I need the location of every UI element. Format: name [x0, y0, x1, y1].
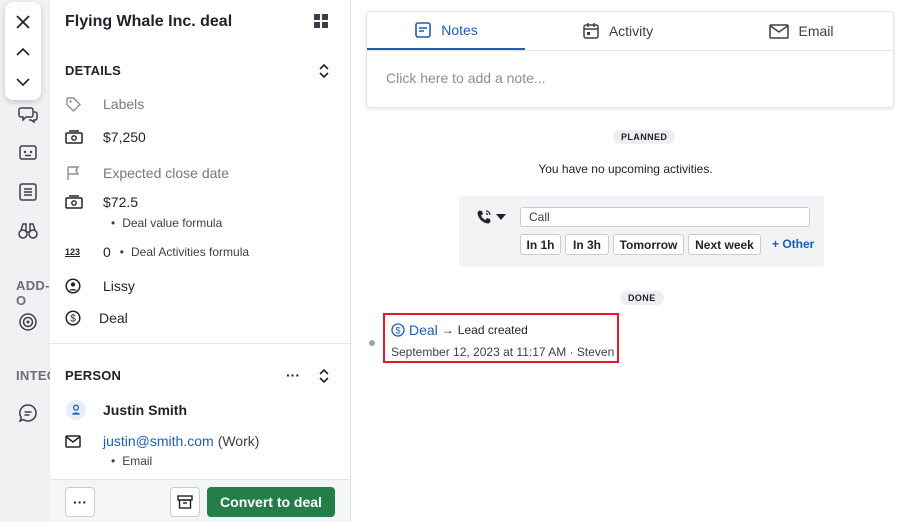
event-arrow: → — [441, 323, 454, 337]
other-time-link[interactable]: + Other — [772, 237, 814, 251]
chat-bubbles-icon[interactable] — [16, 102, 40, 126]
event-text: Lead created — [457, 323, 528, 337]
expected-close-date-placeholder: Expected close date — [103, 165, 230, 181]
convert-to-deal-button[interactable]: Convert to deal — [207, 487, 335, 517]
activity-subject-input[interactable]: Call — [520, 207, 810, 227]
numbers-icon: 123 — [65, 247, 81, 257]
expected-close-date-field[interactable]: Expected close date — [65, 161, 340, 185]
tag-icon — [65, 96, 87, 112]
dollar-circle-icon: $ — [65, 310, 87, 326]
formula-value: $72.5 — [103, 194, 139, 210]
tab-email-label: Email — [798, 23, 834, 39]
tab-activity[interactable]: Activity — [525, 12, 710, 50]
calendar-icon — [583, 23, 599, 39]
person-more-button[interactable]: ··· — [286, 367, 300, 383]
record-navigation — [5, 2, 41, 100]
owner-field[interactable]: Lissy — [65, 274, 340, 298]
archive-button[interactable] — [170, 487, 200, 517]
note-icon — [415, 22, 432, 38]
person-name-field[interactable]: Justin Smith — [65, 398, 340, 422]
deal-value: $7,250 — [103, 129, 146, 145]
radar-icon[interactable] — [16, 310, 40, 334]
source-value: Deal — [99, 310, 128, 326]
quick-tomorrow-button[interactable]: Tomorrow — [613, 234, 684, 255]
history-event: $ Deal → Lead created September 12, 2023… — [383, 313, 619, 363]
bot-icon[interactable] — [16, 141, 40, 165]
comment-icon[interactable] — [16, 401, 40, 425]
activities-formula-label: Deal Activities formula — [131, 245, 250, 259]
close-icon[interactable] — [11, 10, 35, 34]
phone-icon — [477, 210, 491, 224]
formula-value-sub: Deal value formula — [122, 216, 223, 230]
timeline-dot — [369, 340, 375, 346]
deal-title: Flying Whale Inc. deal — [65, 13, 233, 30]
event-deal-link[interactable]: Deal — [409, 322, 438, 338]
activities-count: 0 — [103, 244, 111, 260]
composer-card: Notes Activity Email Click here to add a… — [366, 11, 894, 108]
caret-down-icon — [496, 214, 506, 220]
person-circle-icon — [65, 278, 87, 294]
activities-formula-field[interactable]: 123 0 • Deal Activities formula — [65, 240, 340, 264]
activity-type-selector[interactable] — [476, 209, 506, 225]
bullet: • — [119, 245, 124, 259]
envelope-icon — [769, 23, 790, 39]
quick-in-3h-button[interactable]: In 3h — [565, 234, 609, 255]
labels-placeholder: Labels — [103, 96, 145, 112]
person-avatar-icon — [65, 398, 87, 422]
archive-icon — [177, 495, 193, 509]
done-badge: DONE — [620, 291, 664, 305]
chevron-down-icon[interactable] — [11, 70, 35, 94]
list-icon[interactable] — [16, 180, 40, 204]
main-content: Notes Activity Email Click here to add a… — [351, 0, 900, 522]
tab-email[interactable]: Email — [710, 12, 893, 50]
event-meta: September 12, 2023 at 11:17 AM · Steven — [391, 345, 615, 359]
note-input[interactable]: Click here to add a note... — [386, 70, 546, 86]
expand-collapse-icon[interactable] — [317, 62, 331, 80]
person-name: Justin Smith — [103, 402, 188, 418]
tab-notes-label: Notes — [441, 22, 478, 38]
binoculars-icon[interactable] — [16, 219, 40, 243]
envelope-icon — [65, 434, 87, 448]
labels-field[interactable]: Labels — [65, 92, 340, 116]
quick-in-1h-button[interactable]: In 1h — [520, 234, 561, 255]
tab-activity-label: Activity — [608, 23, 654, 39]
planned-badge: PLANNED — [613, 130, 676, 144]
tab-notes[interactable]: Notes — [367, 12, 525, 50]
svg-text:$: $ — [70, 314, 76, 325]
tab-divider — [367, 50, 893, 51]
formula-value-caption: • Deal value formula — [111, 216, 223, 230]
grid-icon[interactable] — [314, 14, 328, 33]
expand-collapse-icon[interactable] — [317, 367, 331, 385]
person-email-field[interactable]: justin@smith.com (Work) — [65, 429, 340, 453]
deal-details-panel: Flying Whale Inc. deal DETAILS Labels $7… — [50, 0, 351, 522]
addons-section-label: ADD-O — [16, 278, 50, 308]
flag-icon — [65, 165, 87, 181]
quick-next-week-button[interactable]: Next week — [688, 234, 761, 255]
no-activities-message: You have no upcoming activities. — [538, 162, 713, 176]
money-icon — [65, 195, 87, 209]
dollar-circle-icon: $ — [391, 323, 405, 337]
details-section-header: DETAILS — [65, 63, 122, 78]
source-field[interactable]: $ Deal — [65, 306, 340, 330]
email-sub: Email — [122, 454, 153, 468]
formula-value-field[interactable]: $72.5 — [65, 190, 340, 214]
money-icon — [65, 130, 87, 144]
chevron-up-icon[interactable] — [11, 40, 35, 64]
details-bottom-bar: ··· Convert to deal — [50, 479, 350, 522]
more-actions-button[interactable]: ··· — [65, 487, 95, 517]
owner-name: Lissy — [103, 278, 135, 294]
value-field[interactable]: $7,250 — [65, 125, 340, 149]
person-section-header: PERSON — [65, 368, 122, 383]
event-summary: $ Deal → Lead created — [391, 322, 528, 338]
person-email-type: (Work) — [217, 433, 260, 449]
svg-text:$: $ — [395, 325, 400, 335]
email-caption: • Email — [111, 454, 153, 468]
quick-activity-planner: Call In 1h In 3h Tomorrow Next week + Ot… — [459, 196, 824, 267]
section-divider — [50, 343, 350, 344]
person-email[interactable]: justin@smith.com — [103, 433, 214, 449]
